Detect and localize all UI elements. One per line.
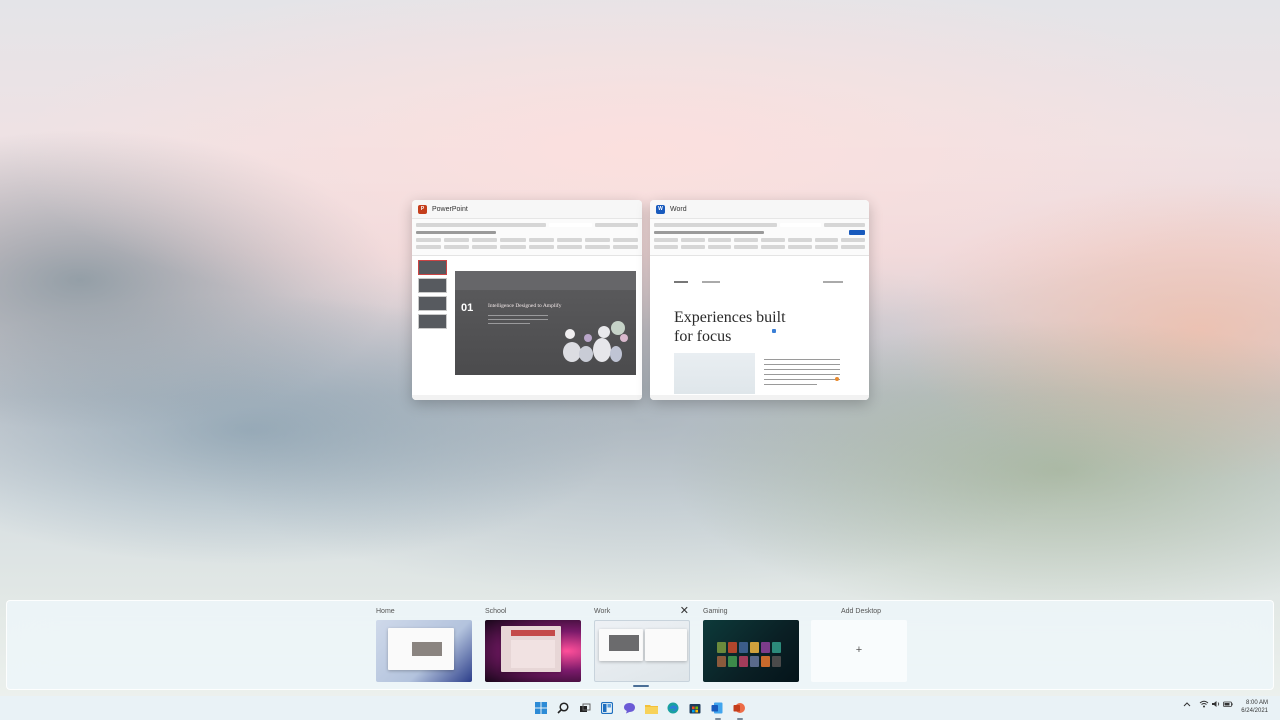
start-icon[interactable]	[533, 700, 549, 716]
desktop-label: School	[485, 608, 507, 615]
document-page[interactable]: Experiences built for focus	[650, 257, 869, 395]
document-heading: Experiences built for focus	[674, 309, 786, 345]
active-desktop-indicator	[633, 685, 649, 687]
flower-vases-image	[563, 321, 628, 362]
slide-thumbnail[interactable]	[418, 296, 447, 311]
wifi-icon[interactable]	[1199, 700, 1209, 710]
add-desktop-label: Add Desktop	[841, 608, 882, 615]
slide-canvas[interactable]: 01 Intelligence Designed to Amplify	[455, 271, 636, 375]
word-window[interactable]: W Word Experiences built for focus	[650, 200, 869, 400]
battery-icon[interactable]	[1223, 700, 1233, 710]
clock-time: 8:00 AM	[1245, 700, 1268, 706]
slide-thumbnails-pane[interactable]	[415, 260, 448, 390]
collaborator-cursor	[772, 329, 776, 333]
desktop-thumbnail[interactable]	[703, 620, 799, 682]
word-icon[interactable]	[709, 700, 725, 716]
file-explorer-icon[interactable]	[643, 700, 659, 716]
desktop-label: Work	[594, 608, 611, 615]
close-desktop-icon[interactable]: ✕	[680, 604, 689, 617]
virtual-desktops-panel: Home School Work ✕ Gaming Add Desktop +	[6, 600, 1274, 690]
chevron-up-icon[interactable]	[1183, 700, 1191, 710]
desktop-thumbnail[interactable]	[376, 620, 472, 682]
add-desktop-button[interactable]: +	[811, 620, 907, 682]
word-title-bar[interactable]: W Word	[650, 200, 869, 219]
powerpoint-app-icon: P	[418, 204, 427, 214]
word-status-bar	[650, 395, 869, 400]
widgets-icon[interactable]	[599, 700, 615, 716]
desktop-label: Gaming	[703, 608, 728, 615]
word-app-icon: W	[656, 204, 665, 214]
desktop-thumbnail[interactable]	[485, 620, 581, 682]
desktop-thumbnail[interactable]	[594, 620, 690, 682]
slide-thumbnail[interactable]	[418, 260, 447, 275]
collaborator-presence-dot	[835, 377, 839, 381]
powerpoint-title-bar[interactable]: P PowerPoint	[412, 200, 642, 219]
clock-date: 6/24/2021	[1241, 708, 1268, 714]
slide-number: 01	[461, 302, 474, 314]
search-icon[interactable]	[555, 700, 571, 716]
word-ribbon	[650, 219, 869, 256]
powerpoint-ribbon	[412, 219, 642, 256]
task-view-icon[interactable]	[577, 700, 593, 716]
document-header-mark	[823, 281, 843, 283]
powerpoint-window[interactable]: P PowerPoint 01 Intelligence Designed to…	[412, 200, 642, 400]
powerpoint-status-bar	[412, 395, 642, 400]
desktop-label: Home	[376, 608, 395, 615]
slide-thumbnail[interactable]	[418, 278, 447, 293]
document-paragraph	[764, 359, 840, 389]
powerpoint-icon[interactable]	[731, 700, 747, 716]
slide-title: Intelligence Designed to Amplify	[488, 303, 562, 309]
slide-thumbnail[interactable]	[418, 314, 447, 329]
slide-header-bar	[455, 271, 636, 290]
volume-icon[interactable]	[1211, 700, 1221, 710]
word-window-title: Word	[670, 205, 687, 213]
document-header-mark	[674, 281, 688, 283]
plus-icon: +	[855, 644, 863, 656]
store-icon[interactable]	[687, 700, 703, 716]
document-image	[674, 353, 755, 394]
edge-icon[interactable]	[665, 700, 681, 716]
taskbar: 8:00 AM 6/24/2021	[0, 696, 1280, 720]
powerpoint-window-title: PowerPoint	[432, 205, 468, 213]
document-header-mark	[702, 281, 720, 283]
slide-body-text	[488, 315, 548, 327]
clock[interactable]: 8:00 AM 6/24/2021	[1241, 699, 1268, 715]
chat-icon[interactable]	[621, 700, 637, 716]
